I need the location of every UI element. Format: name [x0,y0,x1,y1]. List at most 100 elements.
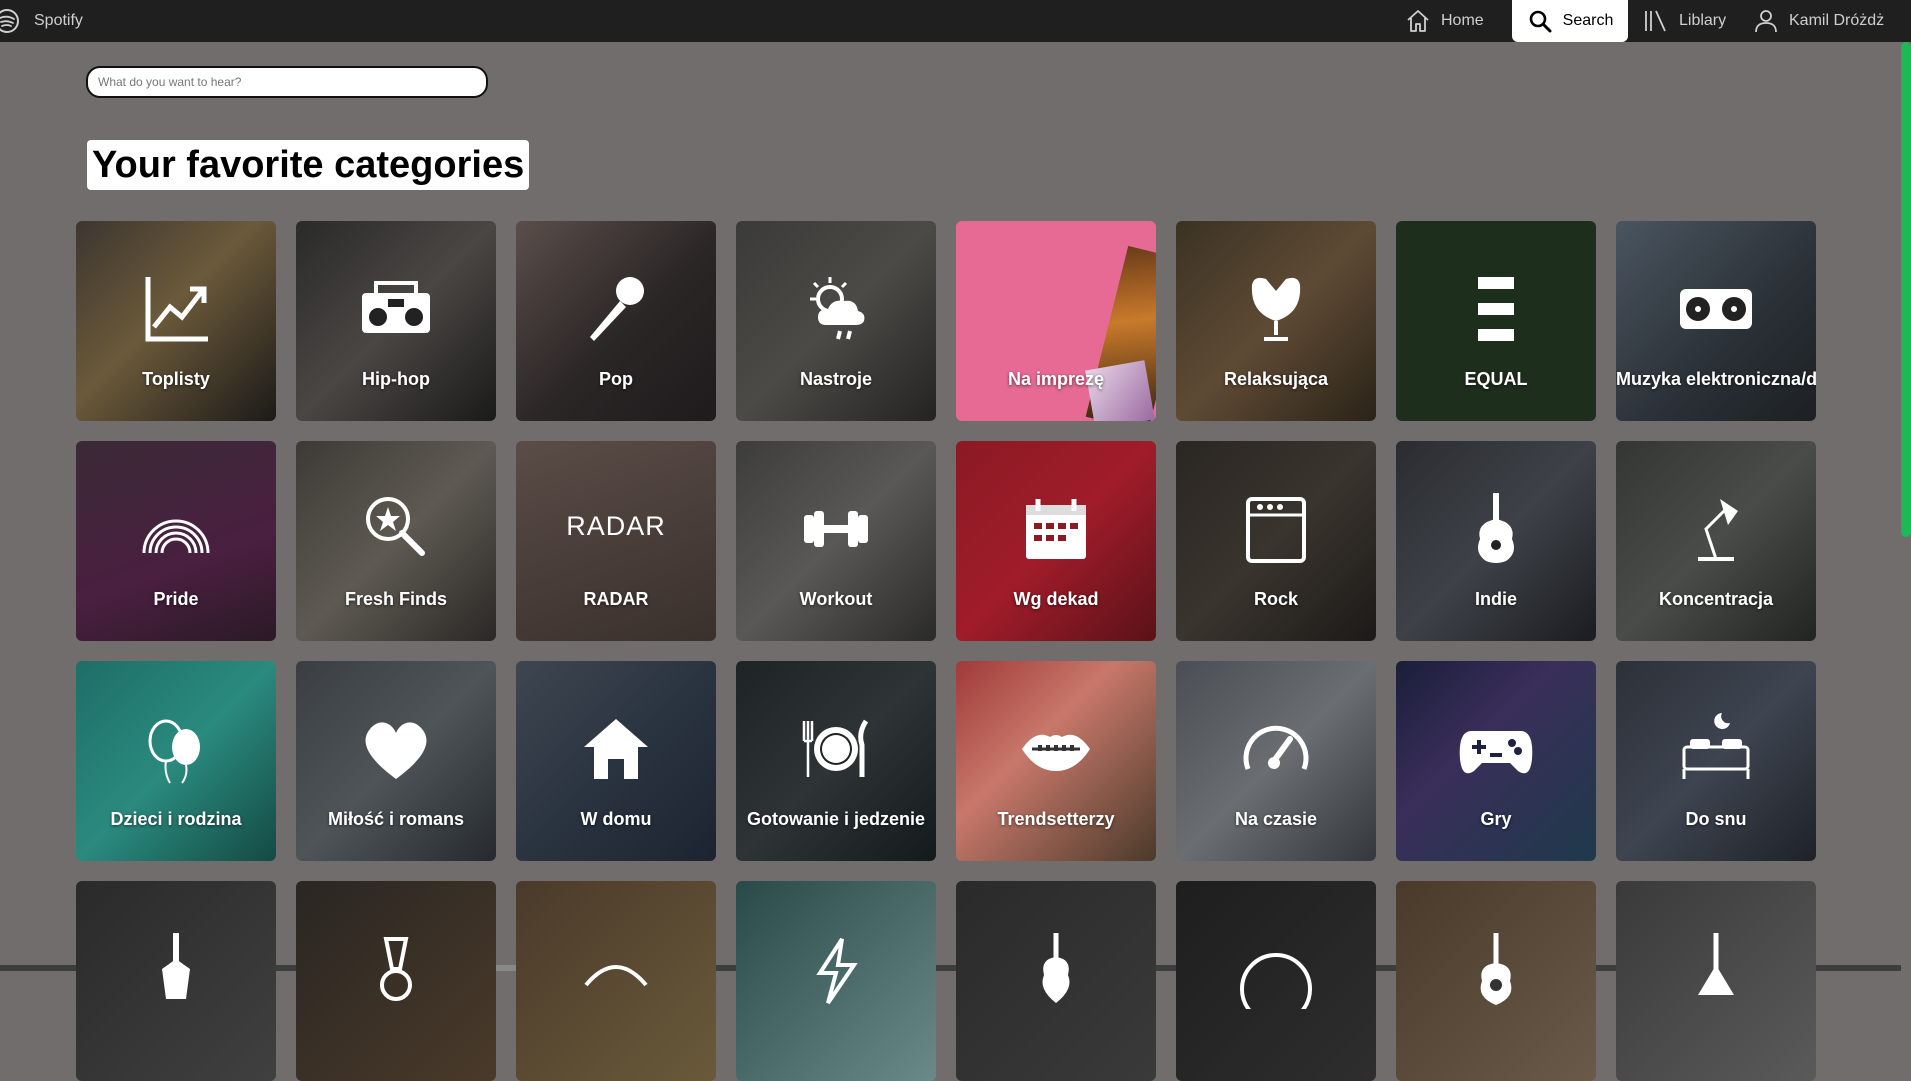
nav-library[interactable]: Liblary [1643,0,1726,42]
vertical-scrollbar-thumb[interactable] [1901,42,1911,537]
plate-cutlery-icon [796,709,876,789]
category-label: W domu [580,809,652,829]
category-label: Rock [1253,589,1298,609]
violin-icon [1016,929,1096,1009]
bed-icon [1676,709,1756,789]
category-tile-toplisty[interactable]: Toplisty [76,221,276,421]
nav-search-label: Search [1562,12,1614,29]
weather-icon [796,269,876,349]
category-tile-fresh-finds[interactable]: Fresh Finds [296,441,496,641]
category-label: Gry [1480,809,1512,829]
category-label: Do snu [1685,809,1747,829]
category-tile-radar[interactable]: RADAR RADAR [516,441,716,641]
nav-home[interactable]: Home [1405,0,1484,42]
category-tile-gry[interactable]: Gry [1396,661,1596,861]
lips-icon [1016,709,1096,789]
turntable-icon [1676,269,1756,349]
category-tile-workout[interactable]: Workout [736,441,936,641]
dumbbell-icon [796,489,876,569]
category-tile-pride[interactable]: Pride [76,441,276,641]
category-tile-trendsetterzy[interactable]: Trendsetterzy [956,661,1156,861]
calendar-icon [1016,489,1096,569]
search-icon [1529,10,1552,33]
category-tile-na-impreze[interactable]: Na imprezę [956,221,1156,421]
mask-icon [576,929,656,1009]
acoustic-guitar-icon [1456,929,1536,1009]
magnifier-star-icon [356,489,436,569]
desk-lamp-icon [1676,489,1756,569]
category-label: Miłość i romans [327,809,465,829]
category-tile-trumpet[interactable] [296,881,496,1081]
category-tile-lightning[interactable] [736,881,936,1081]
microphone-icon [576,269,656,349]
home-icon [1407,10,1429,32]
category-tile-koncentracja[interactable]: Koncentracja [1616,441,1816,641]
trumpet-icon [356,929,436,1009]
page-title: Your favorite categories [87,140,530,190]
egg-chair-icon [1236,269,1316,349]
rainbow-icon [136,489,216,569]
category-tile-gotowanie-i-jedzenie[interactable]: Gotowanie i jedzenie [736,661,936,861]
category-tile-relaksujaca[interactable]: Relaksująca [1176,221,1376,421]
category-tile-mandolin[interactable] [1616,881,1816,1081]
category-tile-equal[interactable]: EQUAL [1396,221,1596,421]
category-label: Muzyka elektroniczna/d [1616,369,1816,389]
amplifier-icon [1236,489,1316,569]
heart-icon [356,709,436,789]
vinyl-icon [1236,929,1316,1025]
nav-user-profile[interactable]: Kamil Dróżdż [1753,0,1884,42]
brand[interactable]: Spotify [0,0,83,42]
category-tile-electric-guitar[interactable] [76,881,276,1081]
category-tile-acoustic-guitar[interactable] [1396,881,1596,1081]
category-tile-do-snu[interactable]: Do snu [1616,661,1816,861]
category-label: Relaksująca [1223,369,1329,389]
category-label: Dzieci i rodzina [110,809,242,829]
user-name: Kamil Dróżdż [1789,12,1885,29]
category-tile-rock[interactable]: Rock [1176,441,1376,641]
spotify-logo-icon [0,9,19,33]
house-icon [576,709,656,789]
category-tile-wg-dekad[interactable]: Wg dekad [956,441,1156,641]
category-tile-dzieci-i-rodzina[interactable]: Dzieci i rodzina [76,661,276,861]
category-label: Trendsetterzy [997,809,1115,829]
search-input[interactable] [86,66,488,98]
category-tile-violin[interactable] [956,881,1156,1081]
gamepad-icon [1456,709,1536,789]
category-tile-muzyka-elektroniczna-d[interactable]: Muzyka elektroniczna/d [1616,221,1816,421]
guitar-icon [1456,489,1536,569]
category-tile-w-domu[interactable]: W domu [516,661,716,861]
equal-bars-icon [1456,269,1536,349]
category-tile-na-czasie[interactable]: Na czasie [1176,661,1376,861]
boombox-icon [356,269,436,349]
brand-name: Spotify [34,12,83,29]
category-label: EQUAL [1464,369,1528,389]
category-tile-vinyl[interactable] [1176,881,1376,1081]
lightning-icon [796,929,876,1009]
top-navigation-bar: Spotify Home Search Liblary Kamil Dróżdż [0,0,1911,42]
category-tile-indie[interactable]: Indie [1396,441,1596,641]
category-label: RADAR [583,589,649,609]
category-label: Indie [1474,589,1517,609]
category-tile-nastroje[interactable]: Nastroje [736,221,936,421]
category-label: Na czasie [1234,809,1318,829]
category-label: Pop [599,369,633,389]
nav-search[interactable]: Search [1512,0,1628,42]
category-label: Fresh Finds [344,589,447,609]
speedometer-icon [1236,709,1316,789]
category-tile-mask[interactable] [516,881,716,1081]
mandolin-icon [1676,929,1756,1009]
category-label: Workout [799,589,873,609]
category-tile-pop[interactable]: Pop [516,221,716,421]
user-icon [1755,10,1777,33]
category-tile-mi-osc-i-romans[interactable]: Miłość i romans [296,661,496,861]
nav-home-label: Home [1441,12,1484,29]
library-icon [1645,10,1666,32]
chart-up-icon [136,269,216,349]
category-tile-hip-hop[interactable]: Hip-hop [296,221,496,421]
radar-wordmark: RADAR [566,511,666,541]
category-label: Wg dekad [1013,589,1099,609]
category-label: Nastroje [799,369,873,389]
category-label: Gotowanie i jedzenie [746,809,926,829]
nav-library-label: Liblary [1679,12,1727,29]
category-label: Hip-hop [362,369,430,389]
